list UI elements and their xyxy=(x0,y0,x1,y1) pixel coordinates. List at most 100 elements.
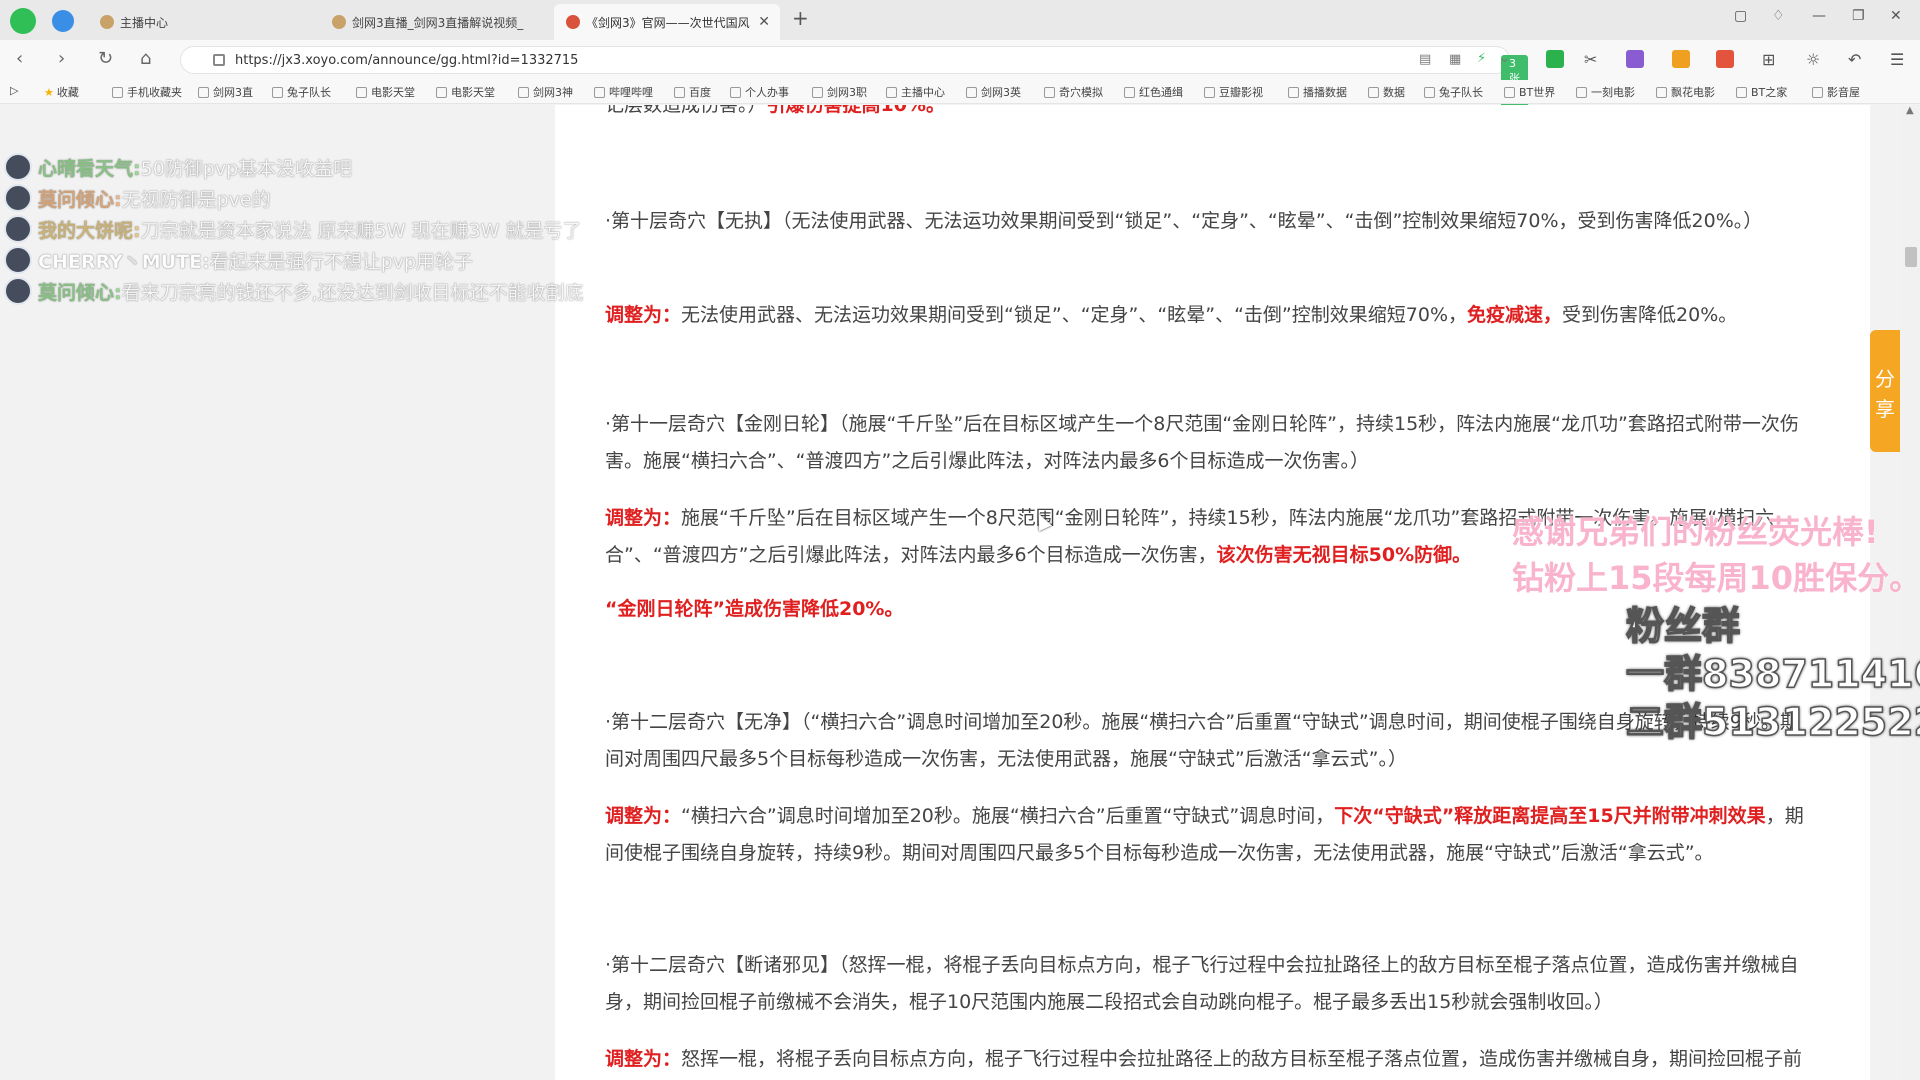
bookmark-item[interactable]: 主播中心 xyxy=(886,84,945,100)
adjust-label: 调整为： xyxy=(605,805,682,827)
game-icon[interactable] xyxy=(1716,50,1734,68)
bookmark-item[interactable]: 一刻电影 xyxy=(1576,84,1635,100)
chat-text: 看起来是强行不想让pvp用轮子 xyxy=(209,250,474,273)
bookmark-item[interactable]: BT世界 xyxy=(1504,84,1555,100)
adjust-text: 受到伤害降低20%。 xyxy=(1562,304,1738,326)
tab-favicon-icon xyxy=(566,15,580,29)
bookmark-label: BT世界 xyxy=(1519,86,1556,99)
chat-username: 我的大饼呢: xyxy=(38,219,141,242)
bookmark-label: 影音屋 xyxy=(1827,86,1860,99)
bookmark-label: 收藏 xyxy=(56,86,79,99)
tab-bar: 主播中心 剑网3直播_剑网3直播解说视频_ 《剑网3》官网——次世代国风 ✕ +… xyxy=(0,0,1920,40)
share-button[interactable]: 分享 xyxy=(1870,330,1900,452)
bookmark-item[interactable]: 电影天堂 xyxy=(436,84,495,100)
bookmark-label: 剑网3英 xyxy=(981,86,1021,99)
skill-original-10: ·第十层奇穴【无执】（无法使用武器、无法运功效果期间受到“锁足”、“定身”、“眩… xyxy=(605,210,1763,232)
restore-icon[interactable]: ❐ xyxy=(1852,8,1865,24)
close-icon[interactable]: ✕ xyxy=(758,14,770,30)
brightness-icon[interactable]: ☼ xyxy=(1806,50,1824,69)
avatar xyxy=(4,215,32,243)
lock-icon[interactable] xyxy=(213,54,225,66)
chat-message: 莫问倾心: 看来刀宗亮的钱还不多,还没达到剑收目标还不能收割底 xyxy=(4,276,584,306)
bookmark-item[interactable]: 剑网3英 xyxy=(966,84,1021,100)
undo-icon[interactable]: ↶ xyxy=(1848,50,1866,69)
bookmark-label: 剑网3直 xyxy=(213,86,253,99)
adjust-label: 调整为： xyxy=(605,304,682,326)
bookmark-item[interactable]: 手机收藏夹 xyxy=(112,84,182,100)
avatar xyxy=(4,277,32,305)
chat-username: 莫问倾心: xyxy=(38,188,122,211)
grid-icon[interactable]: ▦ xyxy=(1449,52,1461,67)
shield-icon[interactable] xyxy=(1672,50,1690,68)
bookmarks-bar: ▷ ★ 收藏 手机收藏夹 剑网3直 兔子队长 电影天堂 电影天堂 剑网3神 哔哩哔… xyxy=(0,80,1920,104)
bookmark-item[interactable]: 飘花电影 xyxy=(1656,84,1715,100)
bookmark-item[interactable]: 哔哩哔哩 xyxy=(594,84,653,100)
bookmark-item[interactable]: 剑网3神 xyxy=(518,84,573,100)
scroll-thumb[interactable] xyxy=(1905,247,1917,267)
bookmark-item[interactable]: BT之家 xyxy=(1736,84,1787,100)
bookmark-item[interactable]: 剑网3职 xyxy=(812,84,867,100)
bookmark-label: 播播数据 xyxy=(1303,86,1347,99)
sidebar-toggle-icon[interactable]: ▷ xyxy=(10,84,18,97)
home-icon[interactable]: ⌂ xyxy=(140,48,151,69)
tab-label: 主播中心 xyxy=(120,15,169,30)
bookmark-item[interactable]: 兔子队长 xyxy=(272,84,331,100)
avatar xyxy=(4,184,32,212)
overlay-thanks: 感谢兄弟们的粉丝荧光棒! xyxy=(1512,513,1879,551)
adjust-highlight: 下次“守缺式”释放距离提高至15尺并附带冲刺效果 xyxy=(1334,805,1766,827)
bookmark-label: 哔哩哔哩 xyxy=(609,86,653,99)
tab-streamer-center[interactable]: 主播中心 xyxy=(88,4,318,40)
flash-icon[interactable]: ⚡ xyxy=(1477,51,1486,66)
bookmark-item[interactable]: 奇穴模拟 xyxy=(1044,84,1103,100)
bookmark-item[interactable]: 兔子队长 xyxy=(1424,84,1483,100)
bookmark-item[interactable]: 百度 xyxy=(674,84,711,100)
fragment-text: 记层数造成伤害。） xyxy=(605,105,767,116)
forward-icon[interactable]: › xyxy=(58,48,65,69)
address-bar[interactable]: https://jx3.xoyo.com/announce/gg.html?id… xyxy=(180,46,1528,120)
bookmark-item[interactable]: 红色通缉 xyxy=(1124,84,1183,100)
chat-text: 无视防御是pve的 xyxy=(121,188,271,211)
bookmark-item[interactable]: 豆瓣影视 xyxy=(1204,84,1263,100)
url-text[interactable]: https://jx3.xoyo.com/announce/gg.html?id… xyxy=(235,53,578,68)
tab-label: 剑网3直播_剑网3直播解说视频_ xyxy=(352,15,524,30)
avatar xyxy=(4,153,32,181)
chat-message: 莫问倾心: 无视防御是pve的 xyxy=(4,183,271,213)
new-tab-button[interactable]: + xyxy=(792,6,809,30)
bookmark-label: 剑网3神 xyxy=(533,86,573,99)
chat-text: 看来刀宗亮的钱还不多,还没达到剑收目标还不能收割底 xyxy=(121,281,584,304)
tab-jx3-live[interactable]: 剑网3直播_剑网3直播解说视频_ xyxy=(320,4,552,40)
adjust-text: “横扫六合”调息时间增加至20秒。施展“横扫六合”后重置“守缺式”调息时间， xyxy=(681,805,1335,827)
chat-username: 心晴看天气: xyxy=(38,157,141,180)
scroll-up-icon[interactable]: ▲ xyxy=(1906,105,1914,116)
bookmark-label: 飘花电影 xyxy=(1671,86,1715,99)
chat-text: 50防御pvp基本没收益吧 xyxy=(140,157,353,180)
send-icon[interactable] xyxy=(52,10,74,32)
chevron-down-icon[interactable]: ⌄ xyxy=(1499,51,1510,66)
bookmark-item[interactable]: ★ 收藏 xyxy=(44,84,79,100)
tab-count-icon[interactable]: ▢ xyxy=(1734,8,1747,24)
tab-jx3-official[interactable]: 《剑网3》官网——次世代国风 ✕ xyxy=(554,4,780,40)
minimize-icon[interactable]: — xyxy=(1812,8,1826,24)
adjust-label: 调整为： xyxy=(605,1048,682,1070)
bookmark-item[interactable]: 个人办事 xyxy=(730,84,789,100)
translate-icon[interactable] xyxy=(1626,50,1644,68)
back-icon[interactable]: ‹ xyxy=(16,48,23,69)
pin-icon[interactable]: ♢ xyxy=(1772,8,1785,24)
bookmark-item[interactable]: 数据 xyxy=(1368,84,1405,100)
reload-icon[interactable]: ↻ xyxy=(98,48,113,69)
window-close-icon[interactable]: ✕ xyxy=(1890,8,1902,24)
chat-message: 心晴看天气: 50防御pvp基本没收益吧 xyxy=(4,152,352,182)
menu-icon[interactable]: ☰ xyxy=(1890,50,1908,69)
browser-logo-icon[interactable] xyxy=(10,8,36,34)
reader-icon[interactable]: ▤ xyxy=(1419,52,1431,67)
extension-green-icon[interactable] xyxy=(1546,50,1564,68)
bookmark-label: 数据 xyxy=(1383,86,1405,99)
apps-icon[interactable]: ⊞ xyxy=(1762,50,1780,69)
bookmark-item[interactable]: 剑网3直 xyxy=(198,84,253,100)
scissors-icon[interactable]: ✂ xyxy=(1584,50,1602,69)
bookmark-item[interactable]: 电影天堂 xyxy=(356,84,415,100)
bookmark-item[interactable]: 播播数据 xyxy=(1288,84,1347,100)
bookmark-item[interactable]: 影音屋 xyxy=(1812,84,1860,100)
bookmark-label: 个人办事 xyxy=(745,86,789,99)
adjust-label: 调整为： xyxy=(605,507,682,529)
